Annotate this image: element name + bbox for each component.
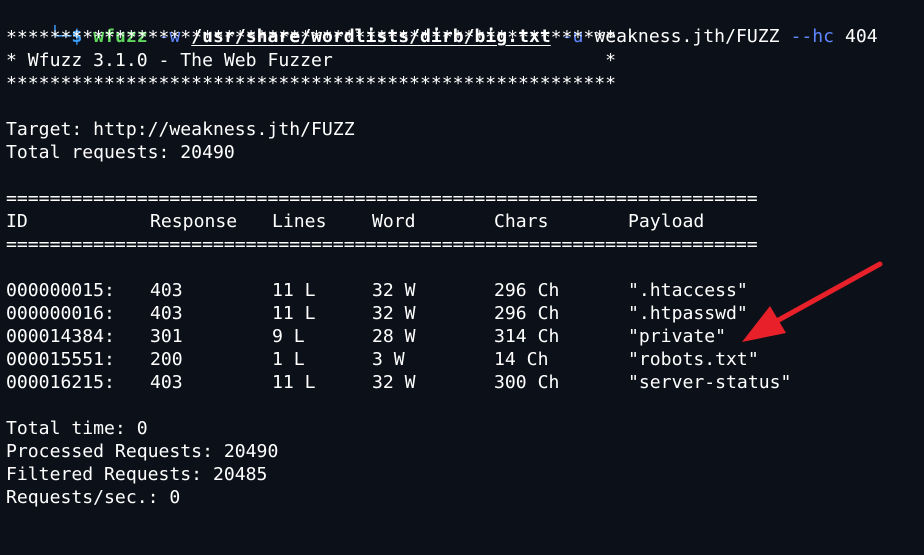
table-rule-top: ========================================… [6, 188, 758, 209]
table-row: 000016215: 403 11 L 32 W 300 Ch "server-… [6, 371, 906, 394]
header-payload: Payload [628, 211, 705, 232]
cell-chars: 296 Ch [494, 280, 560, 301]
banner-title: * Wfuzz 3.1.0 - The Web Fuzzer * [6, 50, 617, 71]
cell-chars: 300 Ch [494, 372, 560, 393]
processed-requests-line: Processed Requests: 20490 [6, 441, 279, 462]
header-lines: Lines [272, 211, 327, 232]
cell-lines: 11 L [272, 372, 316, 393]
header-word: Word [372, 211, 416, 232]
cell-payload: "server-status" [628, 372, 792, 393]
cell-chars: 14 Ch [494, 349, 549, 370]
cell-response: 200 [150, 349, 183, 370]
cell-response: 301 [150, 326, 183, 347]
cell-payload: ".htaccess" [628, 280, 748, 301]
cell-word: 32 W [372, 303, 416, 324]
header-chars: Chars [494, 211, 549, 232]
table-row: 000015551: 200 1 L 3 W 14 Ch "robots.txt… [6, 348, 906, 371]
header-id: ID [6, 211, 28, 232]
target-url-arg: weakness.jth/FUZZ [594, 26, 780, 47]
cell-chars: 314 Ch [494, 326, 560, 347]
header-response: Response [150, 211, 238, 232]
target-line: Target: http://weakness.jth/FUZZ [6, 119, 355, 140]
cell-id: 000015551: [6, 349, 115, 370]
cell-response: 403 [150, 303, 183, 324]
flag-hc: --hc [790, 26, 835, 47]
cell-word: 28 W [372, 326, 416, 347]
cell-word: 32 W [372, 280, 416, 301]
banner-bottom-border: ****************************************… [6, 73, 617, 94]
cell-response: 403 [150, 372, 183, 393]
cell-chars: 296 Ch [494, 303, 560, 324]
cell-lines: 11 L [272, 280, 316, 301]
total-requests-line: Total requests: 20490 [6, 142, 235, 163]
cell-word: 32 W [372, 372, 416, 393]
requests-per-sec-line: Requests/sec.: 0 [6, 487, 181, 508]
cell-payload: "robots.txt" [628, 349, 759, 370]
cell-id: 000000016: [6, 303, 115, 324]
filtered-requests-line: Filtered Requests: 20485 [6, 464, 268, 485]
command-line: └─$ wfuzz -w /usr/share/wordlists/dirb/b… [6, 2, 878, 47]
cell-id: 000014384: [6, 326, 115, 347]
table-row: 000000015: 403 11 L 32 W 296 Ch ".htacce… [6, 279, 906, 302]
terminal-window: └─$ wfuzz -w /usr/share/wordlists/dirb/b… [6, 0, 924, 510]
hc-value: 404 [844, 26, 878, 47]
cell-lines: 11 L [272, 303, 316, 324]
table-row: 000000016: 403 11 L 32 W 296 Ch ".htpass… [6, 302, 906, 325]
cell-id: 000000015: [6, 280, 115, 301]
cell-id: 000016215: [6, 372, 115, 393]
cell-response: 403 [150, 280, 183, 301]
total-time-line: Total time: 0 [6, 418, 148, 439]
cell-word: 3 W [372, 349, 405, 370]
cell-lines: 1 L [272, 349, 305, 370]
table-header: ID Response Lines Word Chars Payload [6, 210, 906, 233]
table-row: 000014384: 301 9 L 28 W 314 Ch "private" [6, 325, 906, 348]
cell-payload: ".htpasswd" [628, 303, 748, 324]
table-rule-bottom: ========================================… [6, 234, 758, 255]
banner-top-border: ****************************************… [6, 27, 617, 48]
cell-payload: "private" [628, 326, 727, 347]
cell-lines: 9 L [272, 326, 305, 347]
